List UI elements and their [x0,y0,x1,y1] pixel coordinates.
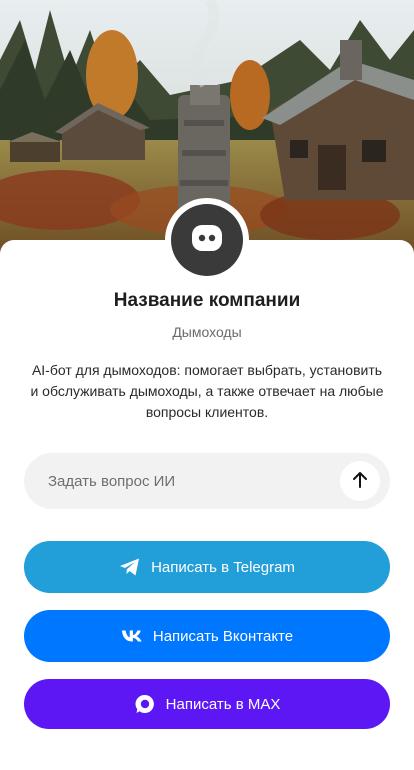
vk-button[interactable]: Написать Вконтакте [24,610,390,662]
avatar [171,204,243,276]
company-category: Дымоходы [172,324,242,340]
max-button-label: Написать в MAX [165,695,281,713]
company-description: AI-бот для дымоходов: помогает выбрать, … [30,362,384,420]
telegram-button-label: Написать в Telegram [151,558,295,576]
ask-ai-field [24,453,390,509]
telegram-icon [119,556,141,578]
telegram-button[interactable]: Написать в Telegram [24,541,390,593]
chat-bot-icon [190,223,224,258]
send-button[interactable] [340,461,380,501]
max-button[interactable]: Написать в MAX [24,679,390,729]
company-name: Название компании [113,290,301,311]
arrow-up-icon [352,471,368,492]
vk-button-label: Написать Вконтакте [152,627,294,645]
vk-icon [121,625,143,647]
max-icon [134,693,156,715]
ask-ai-input[interactable] [24,453,334,509]
